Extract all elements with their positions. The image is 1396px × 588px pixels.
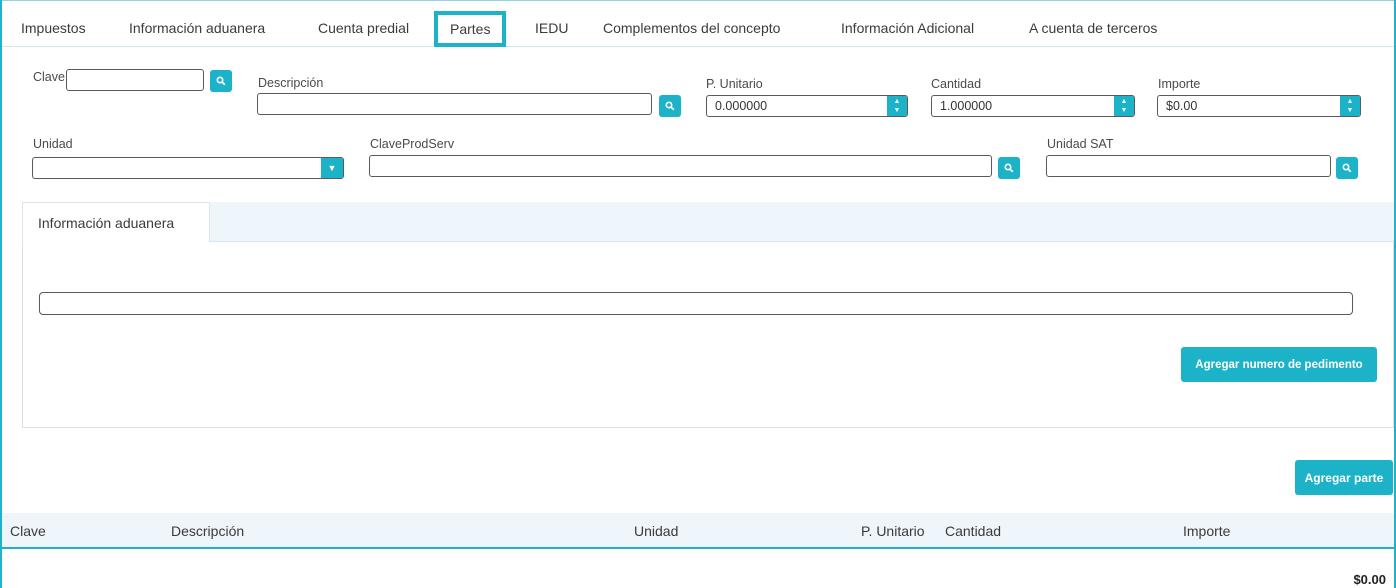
tab-a-cuenta-de-terceros[interactable]: A cuenta de terceros [1029, 20, 1157, 36]
importe-total: $0.00 [1353, 572, 1386, 587]
punitario-field[interactable]: 0.000000 ▲ ▼ [706, 95, 908, 117]
tab-impuestos[interactable]: Impuestos [21, 20, 86, 36]
aduanera-panel-header [22, 202, 1394, 242]
add-pedimento-label: Agregar numero de pedimento [1195, 358, 1363, 371]
tab-informacion-adicional[interactable]: Información Adicional [841, 20, 974, 36]
punitario-value: 0.000000 [715, 99, 768, 113]
tab-cuenta-predial[interactable]: Cuenta predial [318, 20, 409, 36]
spinner-arrows-icon[interactable]: ▲ ▼ [1340, 96, 1360, 116]
spinner-arrows-icon[interactable]: ▲ ▼ [1114, 96, 1134, 116]
column-header-punitario[interactable]: P. Unitario [861, 523, 925, 539]
unidad-label: Unidad [33, 137, 73, 151]
importe-label: Importe [1158, 77, 1201, 91]
descripcion-search-button[interactable] [659, 95, 681, 117]
punitario-label: P. Unitario [706, 77, 763, 91]
column-header-cantidad[interactable]: Cantidad [945, 523, 1001, 539]
claveprodserv-label: ClaveProdServ [370, 137, 455, 151]
unidadsat-input[interactable] [1046, 155, 1331, 177]
importe-field[interactable]: $0.00 ▲ ▼ [1157, 95, 1361, 117]
descripcion-input[interactable] [257, 93, 652, 115]
frame-left-border [0, 0, 2, 588]
pedimento-input[interactable] [39, 292, 1353, 315]
panel-tab-label: Información aduanera [38, 215, 175, 231]
cantidad-label: Cantidad [931, 77, 982, 91]
spinner-arrows-icon[interactable]: ▲ ▼ [887, 96, 907, 116]
search-icon [1004, 163, 1014, 173]
search-icon [216, 76, 226, 86]
clave-label: Clave [33, 70, 65, 84]
unidad-select[interactable]: ▼ [32, 157, 344, 179]
tab-panel-informacion-aduanera[interactable]: Información aduanera [22, 202, 210, 242]
column-header-descripcion[interactable]: Descripción [171, 523, 244, 539]
tab-partes[interactable]: Partes [434, 11, 507, 47]
claveprodserv-input[interactable] [369, 155, 992, 177]
clave-input[interactable] [66, 69, 204, 91]
tab-informacion-aduanera[interactable]: Información aduanera [129, 20, 265, 36]
clave-search-button[interactable] [210, 70, 232, 92]
tab-complementos-del-concepto[interactable]: Complementos del concepto [603, 20, 780, 36]
importe-value: $0.00 [1166, 99, 1198, 113]
chevron-down-icon[interactable]: ▼ [321, 158, 343, 178]
add-parte-button[interactable]: Agregar parte [1295, 460, 1393, 495]
tab-iedu[interactable]: IEDU [535, 20, 568, 36]
search-icon [665, 101, 675, 111]
column-header-clave[interactable]: Clave [10, 523, 46, 539]
add-parte-label: Agregar parte [1304, 470, 1384, 485]
search-icon [1342, 163, 1352, 173]
column-header-unidad[interactable]: Unidad [634, 523, 678, 539]
add-pedimento-button[interactable]: Agregar numero de pedimento [1181, 347, 1377, 382]
unidadsat-label: Unidad SAT [1047, 137, 1114, 151]
unidadsat-search-button[interactable] [1336, 157, 1358, 179]
concept-tabs: Impuestos Información aduanera Cuenta pr… [0, 0, 1396, 47]
column-header-importe[interactable]: Importe [1183, 523, 1230, 539]
claveprodserv-search-button[interactable] [998, 157, 1020, 179]
descripcion-label: Descripción [258, 76, 324, 90]
cantidad-value: 1.000000 [940, 99, 993, 113]
cantidad-field[interactable]: 1.000000 ▲ ▼ [931, 95, 1135, 117]
